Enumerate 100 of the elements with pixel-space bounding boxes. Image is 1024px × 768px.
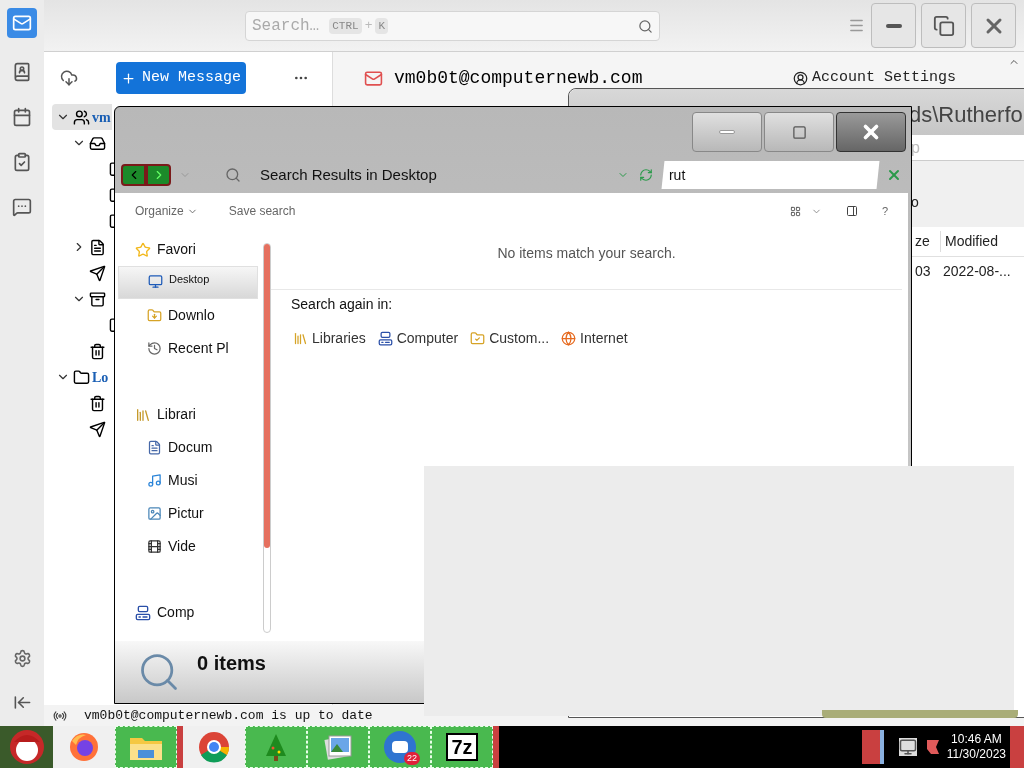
search-icon[interactable] bbox=[638, 18, 653, 34]
search-again-label: Search again in: bbox=[291, 295, 394, 314]
outbox-icon bbox=[89, 420, 106, 438]
search-text: rut bbox=[669, 165, 686, 185]
plus-sign: + bbox=[364, 17, 373, 36]
view-options-icon[interactable] bbox=[789, 205, 801, 217]
folder-row[interactable]: vm bbox=[52, 104, 112, 130]
taskbar-button[interactable]: 22 bbox=[369, 726, 431, 768]
taskbar-button[interactable] bbox=[307, 726, 369, 768]
address-text[interactable]: Search Results in Desktop bbox=[260, 163, 437, 187]
computer-icon bbox=[377, 331, 393, 346]
table-cell-text: 2022-08-... bbox=[943, 261, 1011, 281]
mail-icon bbox=[12, 13, 32, 33]
document-icon bbox=[147, 440, 162, 455]
key-cap: CTRL bbox=[329, 17, 362, 35]
trash-icon bbox=[89, 394, 106, 412]
inbox-icon bbox=[89, 134, 106, 152]
preview-pane-icon[interactable] bbox=[845, 205, 858, 217]
minimize-button[interactable] bbox=[871, 3, 916, 48]
nav-item[interactable]: Musi bbox=[118, 464, 258, 497]
photos-icon bbox=[322, 732, 354, 762]
account-settings-link[interactable]: Account Settings bbox=[792, 66, 956, 90]
drafts-icon bbox=[89, 238, 106, 256]
window-title: ds\Rutherfo bbox=[909, 101, 1023, 129]
restore-icon bbox=[932, 14, 955, 37]
nav-item[interactable]: Vide bbox=[118, 530, 258, 563]
forward-button[interactable] bbox=[146, 164, 171, 186]
library-folder-icon bbox=[135, 406, 151, 423]
cloud-download-icon[interactable] bbox=[60, 69, 78, 87]
trash-icon bbox=[89, 342, 106, 360]
music-note-icon bbox=[147, 473, 162, 488]
organize-menu[interactable]: Organize bbox=[135, 202, 198, 220]
column-header[interactable]: ze bbox=[915, 231, 941, 252]
folder-icon bbox=[73, 368, 90, 386]
nav-item[interactable]: Desktop bbox=[118, 266, 258, 299]
nav-group[interactable]: Favori bbox=[118, 233, 258, 266]
nav-item[interactable]: Downlo bbox=[118, 299, 258, 332]
start-button[interactable] bbox=[0, 726, 53, 768]
envelope-icon bbox=[364, 68, 383, 88]
clock-date[interactable]: 11/30/2023 bbox=[946, 747, 1006, 762]
computer-icon bbox=[135, 604, 151, 621]
column-header[interactable]: Modified bbox=[945, 231, 998, 252]
table-cell-text: 03 bbox=[915, 261, 932, 281]
download-folder-icon bbox=[147, 308, 162, 323]
taskbar-button[interactable] bbox=[53, 726, 115, 768]
fox-browser-icon bbox=[68, 731, 100, 763]
search-location-link[interactable]: Internet bbox=[561, 328, 628, 349]
folder-row[interactable]: Lo bbox=[52, 364, 112, 390]
collapse-icon[interactable] bbox=[12, 693, 32, 712]
clipboard-check-icon[interactable] bbox=[12, 152, 32, 172]
minimize-button[interactable] bbox=[692, 112, 762, 152]
network-icon[interactable] bbox=[898, 738, 917, 756]
library-folder-icon bbox=[293, 331, 308, 346]
calendar-icon[interactable] bbox=[12, 107, 32, 127]
nav-item[interactable]: Docum bbox=[118, 431, 258, 464]
search-placeholder: Search… bbox=[252, 16, 320, 37]
picture-icon bbox=[147, 506, 162, 521]
address-book-icon[interactable] bbox=[12, 62, 32, 82]
taskbar-button[interactable] bbox=[183, 726, 245, 768]
taskbar-button[interactable] bbox=[115, 726, 177, 768]
chat-icon[interactable] bbox=[12, 197, 32, 217]
item-count: 0 items bbox=[197, 651, 266, 676]
help-button[interactable]: ? bbox=[881, 202, 888, 220]
search-location-link[interactable]: Computer bbox=[377, 328, 459, 349]
account-icon bbox=[73, 108, 90, 126]
save-search-button[interactable]: Save search bbox=[228, 202, 296, 220]
close-button[interactable] bbox=[836, 112, 906, 152]
ribbon-label: o bbox=[911, 193, 920, 212]
minimize-icon bbox=[719, 130, 735, 134]
nav-group[interactable]: Comp bbox=[118, 596, 258, 629]
key-cap: K bbox=[375, 17, 389, 35]
archive-icon bbox=[89, 290, 106, 308]
activity-icon bbox=[53, 708, 67, 723]
taskbar-separator bbox=[493, 726, 499, 768]
clock-time[interactable]: 10:46 AM bbox=[951, 732, 1002, 747]
star-icon bbox=[135, 241, 151, 258]
search-location-link[interactable]: Libraries bbox=[293, 328, 366, 349]
taskbar-separator bbox=[177, 726, 183, 768]
nav-item[interactable]: Recent Pl bbox=[118, 332, 258, 365]
taskbar-button[interactable]: 7z bbox=[431, 726, 493, 768]
nav-group[interactable]: Librari bbox=[118, 398, 258, 431]
folder-check-icon bbox=[470, 331, 486, 346]
taskbar-button[interactable] bbox=[245, 726, 307, 768]
show-hidden-icons[interactable] bbox=[861, 730, 884, 764]
back-button[interactable] bbox=[121, 164, 146, 186]
account-address: vm0b0t@computernewb.com bbox=[394, 66, 643, 90]
film-icon bbox=[147, 539, 162, 554]
restore-button[interactable] bbox=[921, 3, 966, 48]
search-location-link[interactable]: Custom... bbox=[470, 328, 550, 349]
scrollbar-thumb[interactable] bbox=[264, 244, 270, 548]
empty-message: No items match your search. bbox=[496, 244, 677, 263]
settings-icon[interactable] bbox=[12, 649, 32, 668]
send-icon bbox=[89, 264, 106, 282]
search-field[interactable]: rut bbox=[661, 161, 880, 189]
mail-space-button[interactable] bbox=[7, 8, 37, 38]
nav-item[interactable]: Pictur bbox=[118, 497, 258, 530]
archive-app-icon: 7z bbox=[446, 733, 478, 761]
tree-icon bbox=[264, 732, 288, 762]
new-message-button[interactable]: New Message bbox=[116, 62, 246, 94]
ring-browser-icon bbox=[197, 730, 231, 764]
